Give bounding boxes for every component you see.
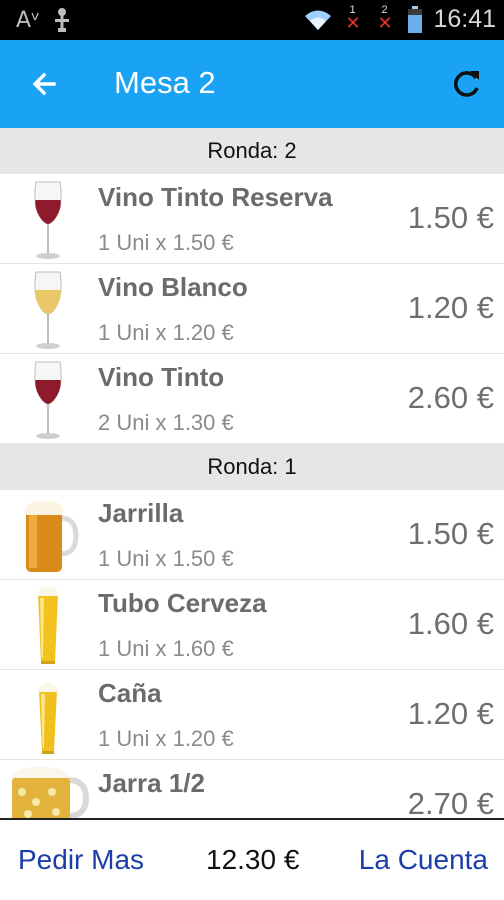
list-item[interactable]: Caña 1 Uni x 1.20 € 1.20 € bbox=[0, 670, 504, 760]
clock: 16:41 bbox=[433, 5, 496, 33]
beer-tall-glass-icon bbox=[37, 586, 59, 664]
bottom-bar: Pedir Mas 12.30 € La Cuenta bbox=[0, 818, 504, 900]
list-item[interactable]: Vino Tinto Reserva 1 Uni x 1.50 € 1.50 € bbox=[0, 174, 504, 264]
item-name: Jarrilla bbox=[98, 498, 184, 528]
beer-small-glass-icon bbox=[38, 682, 58, 754]
status-bar: Aᵛ 1 ✕ 2 ✕ 16:41 bbox=[0, 0, 504, 40]
refresh-icon[interactable] bbox=[444, 62, 488, 106]
item-quantity: 1 Uni x 1.20 € bbox=[98, 726, 234, 751]
item-price: 1.20 € bbox=[407, 290, 494, 325]
item-name: Tubo Cerveza bbox=[98, 588, 267, 618]
list-item[interactable]: Jarrilla 1 Uni x 1.50 € 1.50 € bbox=[0, 490, 504, 580]
pedir-mas-button[interactable]: Pedir Mas bbox=[18, 844, 144, 876]
item-price: 2.70 € bbox=[407, 786, 494, 818]
item-price: 1.50 € bbox=[407, 516, 494, 551]
list-item[interactable]: Jarra 1/2 2.70 € bbox=[0, 760, 504, 818]
item-name: Jarra 1/2 bbox=[98, 768, 205, 798]
list-item[interactable]: Vino Tinto 2 Uni x 1.30 € 2.60 € bbox=[0, 354, 504, 444]
font-size-icon: Aᵛ bbox=[16, 7, 41, 33]
item-name: Vino Tinto Reserva bbox=[98, 182, 333, 212]
list-item[interactable]: Tubo Cerveza 1 Uni x 1.60 € 1.60 € bbox=[0, 580, 504, 670]
item-quantity: 1 Uni x 1.20 € bbox=[98, 320, 234, 345]
white-wine-glass-icon bbox=[34, 271, 62, 349]
order-list[interactable]: Ronda: 2 Vino Tinto Reserva 1 Uni x 1.50… bbox=[0, 128, 504, 818]
item-price: 2.60 € bbox=[407, 380, 494, 415]
item-quantity: 1 Uni x 1.60 € bbox=[98, 636, 234, 661]
arrow-left-icon[interactable] bbox=[24, 62, 68, 106]
item-quantity: 2 Uni x 1.30 € bbox=[98, 410, 234, 435]
la-cuenta-button[interactable]: La Cuenta bbox=[359, 844, 488, 876]
item-name: Vino Tinto bbox=[98, 362, 225, 392]
item-price: 1.50 € bbox=[407, 200, 494, 235]
item-price: 1.20 € bbox=[407, 696, 494, 731]
wifi-icon bbox=[305, 10, 332, 30]
list-item[interactable]: Vino Blanco 1 Uni x 1.20 € 1.20 € bbox=[0, 264, 504, 354]
round-header: Ronda: 2 bbox=[0, 128, 504, 174]
item-name: Caña bbox=[98, 678, 162, 708]
beer-mug-icon bbox=[25, 500, 79, 572]
sim1-no-signal-icon: 1 ✕ bbox=[345, 3, 361, 33]
order-total: 12.30 € bbox=[206, 844, 300, 875]
sim2-no-signal-icon: 2 ✕ bbox=[377, 3, 393, 33]
item-name: Vino Blanco bbox=[98, 272, 248, 302]
beer-stein-icon bbox=[11, 766, 90, 818]
page-title: Mesa 2 bbox=[114, 65, 216, 100]
item-price: 1.60 € bbox=[407, 606, 494, 641]
round-header: Ronda: 1 bbox=[0, 444, 504, 490]
status-right: 1 ✕ 2 ✕ 16:41 bbox=[303, 3, 496, 34]
usb-debug-icon bbox=[55, 8, 70, 32]
red-wine-glass-icon bbox=[34, 181, 62, 259]
item-quantity: 1 Uni x 1.50 € bbox=[98, 546, 234, 571]
battery-icon bbox=[408, 5, 423, 33]
red-wine-glass-icon bbox=[34, 361, 62, 439]
status-left: Aᵛ bbox=[16, 7, 72, 33]
item-quantity: 1 Uni x 1.50 € bbox=[98, 230, 234, 255]
app-bar: Mesa 2 bbox=[0, 40, 504, 128]
